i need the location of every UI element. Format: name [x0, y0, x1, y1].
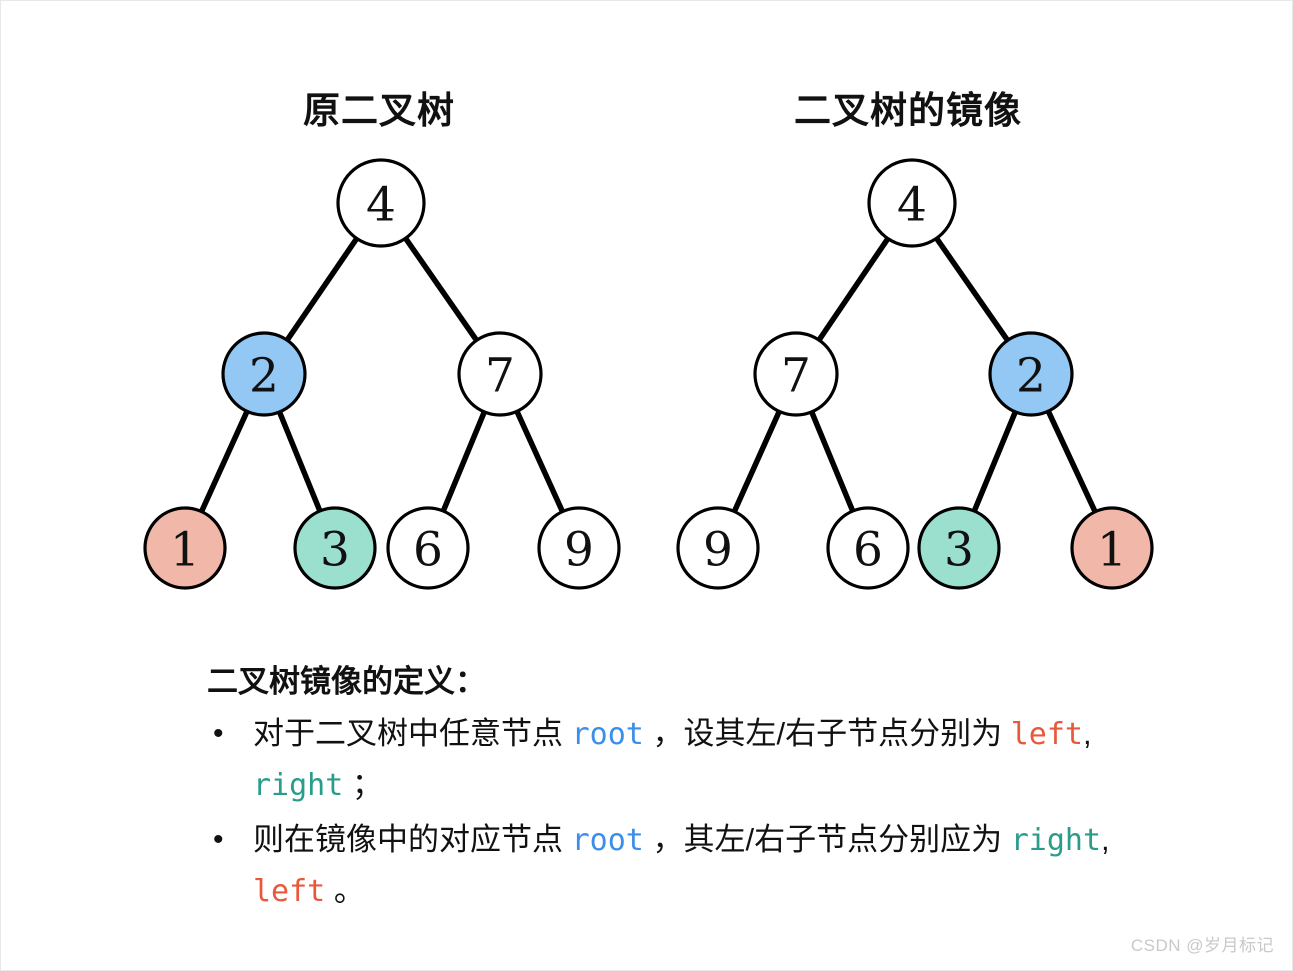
tree-node-original-7[interactable]: 7 — [457, 331, 543, 417]
code-token: left — [1010, 716, 1083, 752]
text-run: ，设其左/右子节点分别为 — [643, 715, 1011, 751]
tree-nodes-layer: 4 2 7 1 3 6 9 4 7 2 9 6 3 1 — [143, 158, 1154, 590]
text-run: , — [1101, 821, 1110, 857]
definition-heading: 二叉树镜像的定义： — [207, 664, 486, 699]
tree-node-mirror-2[interactable]: 2 — [988, 331, 1074, 417]
tree-edge-o7-o9 — [512, 404, 567, 518]
node-value-label: 6 — [413, 523, 443, 578]
tree-node-mirror-3[interactable]: 3 — [917, 506, 1001, 590]
node-value-label: 2 — [1016, 349, 1046, 404]
tree-node-mirror-7[interactable]: 7 — [753, 331, 839, 417]
text-run: , — [1082, 715, 1092, 751]
text-run: ； — [343, 766, 383, 802]
binary-tree-graphic: 4 2 7 1 3 6 9 4 7 2 9 6 3 1 — [143, 158, 1154, 590]
text-run: 则在镜像中的对应节点 — [253, 821, 572, 857]
tree-edges-layer — [197, 232, 1100, 519]
tree-node-mirror-6[interactable]: 6 — [826, 506, 910, 590]
tree-node-original-3[interactable]: 3 — [293, 506, 377, 590]
node-value-label: 2 — [249, 349, 279, 404]
definition-item-text: 则在镜像中的对应节点 root ，其左/右子节点分别应为 right, left… — [253, 815, 1167, 917]
code-token: left — [253, 873, 326, 909]
tree-node-original-2[interactable]: 2 — [221, 331, 307, 417]
node-value-label: 3 — [944, 523, 974, 578]
node-value-label: 3 — [320, 523, 350, 578]
tree-node-original-9[interactable]: 9 — [537, 506, 621, 590]
definition-item-text: 对于二叉树中任意节点 root ，设其左/右子节点分别为 left, right… — [253, 709, 1167, 811]
tree-edge-m7-m9 — [729, 405, 784, 518]
tree-node-original-4[interactable]: 4 — [336, 158, 426, 248]
definition-block: 二叉树镜像的定义： • 对于二叉树中任意节点 root ，设其左/右子节点分别为… — [207, 661, 1167, 917]
mirror-tree-title: 二叉树的镜像 — [794, 90, 1022, 131]
tree-node-original-1[interactable]: 1 — [143, 506, 227, 590]
code-token: right — [253, 767, 344, 803]
node-value-label: 9 — [564, 523, 594, 578]
bullet-marker: • — [213, 822, 224, 856]
tree-node-original-6[interactable]: 6 — [386, 506, 470, 590]
tree-edge-o7-o6 — [439, 405, 489, 518]
node-value-label: 4 — [897, 178, 927, 233]
tree-edge-m4-m2 — [931, 232, 1013, 347]
text-run: 。 — [325, 872, 365, 908]
tree-edge-m7-m6 — [807, 405, 857, 518]
node-value-label: 1 — [1097, 523, 1127, 578]
original-tree-title: 原二叉树 — [303, 90, 455, 131]
code-token: root — [571, 822, 644, 858]
code-token: right — [1010, 822, 1102, 858]
tree-edge-m2-m1 — [1043, 404, 1100, 519]
node-value-label: 7 — [781, 349, 811, 404]
node-value-label: 7 — [485, 349, 515, 404]
diagram-canvas: 原二叉树 二叉树的镜像 4 2 7 1 3 6 9 4 7 2 9 6 3 1 二叉树镜像的定义： • 对… — [0, 0, 1293, 971]
tree-edge-o4-o7 — [400, 232, 482, 347]
tree-edge-m2-m3 — [970, 405, 1020, 518]
csdn-watermark: CSDN @岁月标记 — [1130, 936, 1274, 955]
definition-item: • 对于二叉树中任意节点 root ，设其左/右子节点分别为 left, rig… — [207, 709, 1167, 811]
tree-edge-o2-o1 — [197, 404, 252, 518]
tree-edge-o2-o3 — [275, 405, 325, 518]
text-run: ，其左/右子节点分别应为 — [643, 821, 1011, 857]
node-value-label: 4 — [366, 178, 396, 233]
node-value-label: 1 — [170, 523, 200, 578]
tree-edge-m4-m7 — [814, 232, 893, 347]
tree-node-mirror-4[interactable]: 4 — [867, 158, 957, 248]
code-token: root — [571, 716, 644, 752]
tree-node-mirror-9[interactable]: 9 — [676, 506, 760, 590]
bullet-marker: • — [213, 716, 224, 750]
node-value-label: 9 — [703, 523, 733, 578]
definition-item: • 则在镜像中的对应节点 root ，其左/右子节点分别应为 right, le… — [207, 815, 1167, 917]
node-value-label: 6 — [853, 523, 883, 578]
tree-node-mirror-1[interactable]: 1 — [1070, 506, 1154, 590]
text-run: 对于二叉树中任意节点 — [253, 715, 572, 751]
tree-edge-o4-o2 — [282, 232, 362, 347]
